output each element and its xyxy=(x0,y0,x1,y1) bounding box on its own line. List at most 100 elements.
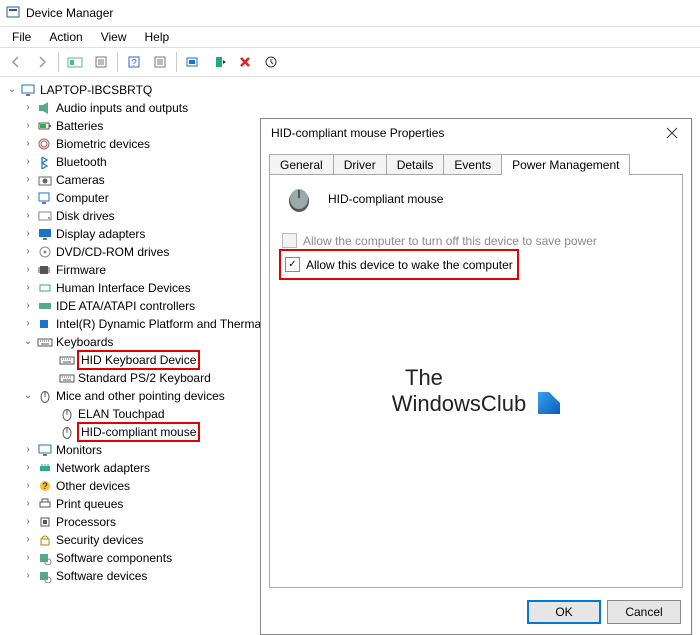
chevron-right-icon[interactable]: › xyxy=(22,264,34,276)
ok-button[interactable]: OK xyxy=(527,600,601,624)
toolbar-show-hidden-icon[interactable] xyxy=(63,50,87,74)
watermark-logo: The WindowsClub xyxy=(270,365,682,417)
chevron-right-icon[interactable]: › xyxy=(22,462,34,474)
sw-icon xyxy=(36,568,54,584)
tree-label: Monitors xyxy=(56,441,102,459)
chevron-right-icon[interactable]: › xyxy=(22,534,34,546)
chevron-down-icon[interactable]: ⌄ xyxy=(22,336,34,348)
properties-dialog: HID-compliant mouse Properties General D… xyxy=(260,118,692,635)
tab-driver[interactable]: Driver xyxy=(333,154,387,175)
tree-label: Batteries xyxy=(56,117,103,135)
chip-icon xyxy=(36,262,54,278)
tree-label: ELAN Touchpad xyxy=(78,405,165,423)
watermark-line1: The xyxy=(270,365,682,391)
tree-label: Network adapters xyxy=(56,459,150,477)
window-title: Device Manager xyxy=(26,6,113,20)
chevron-right-icon[interactable]: › xyxy=(22,480,34,492)
dialog-tab-body: HID-compliant mouse Allow the computer t… xyxy=(269,174,683,588)
toolbar-scan-icon[interactable] xyxy=(181,50,205,74)
close-icon[interactable] xyxy=(659,122,685,144)
tab-power-management[interactable]: Power Management xyxy=(501,154,630,175)
chevron-right-icon[interactable]: › xyxy=(22,102,34,114)
cancel-button[interactable]: Cancel xyxy=(607,600,681,624)
toolbar-uninstall-icon[interactable] xyxy=(233,50,257,74)
menu-view[interactable]: View xyxy=(93,28,135,46)
chevron-right-icon[interactable]: › xyxy=(22,228,34,240)
chevron-right-icon[interactable]: › xyxy=(22,498,34,510)
tree-node[interactable]: › Audio inputs and outputs xyxy=(4,99,700,117)
chevron-right-icon[interactable]: › xyxy=(22,552,34,564)
tree-label: Display adapters xyxy=(56,225,145,243)
toolbar-sep xyxy=(176,52,177,72)
camera-icon xyxy=(36,172,54,188)
toolbar-sep xyxy=(117,52,118,72)
windowsclub-square-icon xyxy=(538,392,560,414)
battery-icon xyxy=(36,118,54,134)
computer-icon xyxy=(20,82,38,98)
chevron-right-icon[interactable]: › xyxy=(22,192,34,204)
toolbar-forward-icon[interactable] xyxy=(30,50,54,74)
chevron-right-icon[interactable]: › xyxy=(22,300,34,312)
dialog-buttons: OK Cancel xyxy=(261,596,691,634)
tree-label: Disk drives xyxy=(56,207,115,225)
tree-label: DVD/CD-ROM drives xyxy=(56,243,169,261)
toolbar-back-icon[interactable] xyxy=(4,50,28,74)
chevron-right-icon[interactable]: › xyxy=(22,138,34,150)
option-allow-wake[interactable]: ✓ Allow this device to wake the computer xyxy=(285,257,513,272)
tree-root[interactable]: ⌄ LAPTOP-IBCSBRTQ xyxy=(4,81,700,99)
tab-events[interactable]: Events xyxy=(443,154,502,175)
menu-help[interactable]: Help xyxy=(137,28,178,46)
dialog-title: HID-compliant mouse Properties xyxy=(271,126,444,140)
mouse-icon xyxy=(36,388,54,404)
checkbox-allow-wake[interactable]: ✓ xyxy=(285,257,300,272)
chevron-right-icon[interactable]: › xyxy=(22,516,34,528)
tree-label: Print queues xyxy=(56,495,123,513)
chevron-right-icon[interactable]: › xyxy=(22,444,34,456)
tree-label: Security devices xyxy=(56,531,143,549)
keyboard-icon xyxy=(36,334,54,350)
tree-label: Keyboards xyxy=(56,333,113,351)
dialog-titlebar[interactable]: HID-compliant mouse Properties xyxy=(261,119,691,147)
toolbar-properties-icon[interactable] xyxy=(89,50,113,74)
chevron-right-icon[interactable]: › xyxy=(22,570,34,582)
cpu-icon xyxy=(36,514,54,530)
hid-icon xyxy=(36,280,54,296)
toolbar-list-icon[interactable] xyxy=(148,50,172,74)
chevron-right-icon[interactable]: › xyxy=(22,174,34,186)
tree-label: Other devices xyxy=(56,477,130,495)
tab-details[interactable]: Details xyxy=(386,154,445,175)
chevron-right-icon[interactable]: › xyxy=(22,282,34,294)
checkbox-allow-turnoff xyxy=(282,233,297,248)
tree-label: HID-compliant mouse xyxy=(78,423,199,441)
tree-label: Firmware xyxy=(56,261,106,279)
toolbar-add-driver-icon[interactable] xyxy=(207,50,231,74)
chevron-right-icon[interactable]: › xyxy=(22,120,34,132)
chevron-right-icon[interactable]: › xyxy=(22,156,34,168)
tab-general[interactable]: General xyxy=(269,154,334,175)
tree-label: Audio inputs and outputs xyxy=(56,99,188,117)
option-allow-turnoff-label: Allow the computer to turn off this devi… xyxy=(303,234,597,248)
speaker-icon xyxy=(36,100,54,116)
chevron-right-icon[interactable]: › xyxy=(22,210,34,222)
toolbar-help-icon[interactable]: ? xyxy=(122,50,146,74)
monitor-icon xyxy=(36,442,54,458)
menu-bar: File Action View Help xyxy=(0,27,700,47)
lock-icon xyxy=(36,532,54,548)
chevron-down-icon[interactable]: ⌄ xyxy=(22,390,34,402)
toolbar-update-driver-icon[interactable] xyxy=(259,50,283,74)
chevron-right-icon[interactable]: › xyxy=(22,318,34,330)
tree-label: Biometric devices xyxy=(56,135,150,153)
computer-icon xyxy=(36,190,54,206)
keyboard-icon xyxy=(58,352,76,368)
mouse-icon xyxy=(58,406,76,422)
dvd-icon xyxy=(36,244,54,260)
dialog-tabs: General Driver Details Events Power Mana… xyxy=(261,147,691,174)
disk-icon xyxy=(36,208,54,224)
menu-action[interactable]: Action xyxy=(41,28,90,46)
menu-file[interactable]: File xyxy=(4,28,39,46)
ide-icon xyxy=(36,298,54,314)
chevron-down-icon[interactable]: ⌄ xyxy=(6,84,18,96)
tree-label: Computer xyxy=(56,189,109,207)
mouse-icon xyxy=(58,424,76,440)
chevron-right-icon[interactable]: › xyxy=(22,246,34,258)
